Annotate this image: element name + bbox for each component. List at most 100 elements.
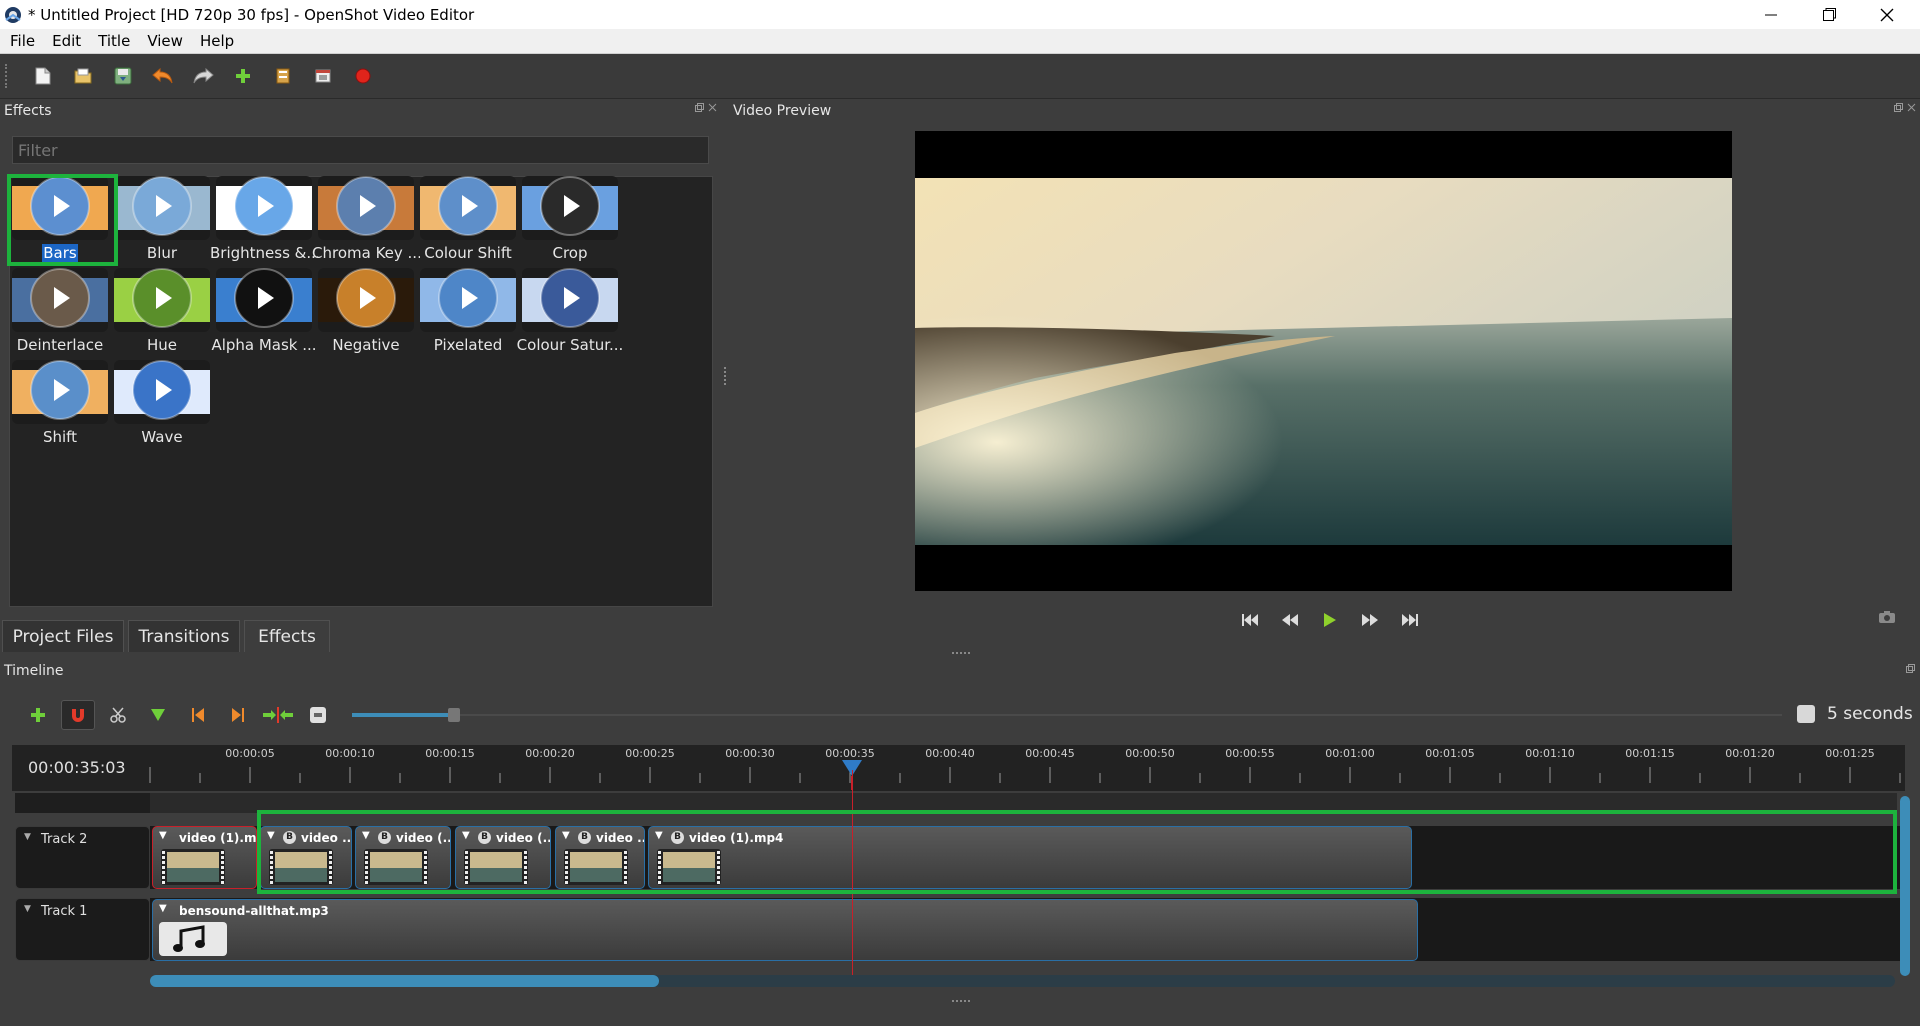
jump-start-icon: [1242, 614, 1258, 626]
effect-item-negative[interactable]: Negative: [316, 268, 416, 358]
magnet-icon: [72, 709, 84, 722]
effect-label: Crop: [552, 244, 588, 262]
jump-end-button[interactable]: [1390, 608, 1430, 632]
effect-thumbnail-icon: [216, 268, 312, 332]
play-button[interactable]: [1310, 608, 1350, 632]
effects-dock-buttons[interactable]: [695, 103, 717, 115]
ruler-tick-label: 00:00:15: [425, 747, 475, 760]
effect-item-alpha-mask[interactable]: Alpha Mask ...: [211, 268, 317, 358]
redo-icon: [193, 67, 214, 84]
ruler-tick-label: 00:01:05: [1425, 747, 1475, 760]
add-marker-button[interactable]: [138, 700, 178, 730]
effect-item-chroma-key[interactable]: Chroma Key ...: [312, 176, 420, 266]
menu-bar: File Edit Title View Help: [0, 29, 1920, 54]
effect-label: Negative: [332, 336, 400, 354]
razor-button[interactable]: [98, 700, 138, 730]
tab-transitions[interactable]: Transitions: [128, 620, 240, 652]
center-playhead-button[interactable]: [258, 700, 298, 730]
timeline-vertical-scroll-thumb[interactable]: [1900, 796, 1910, 976]
dock-splitter[interactable]: [952, 652, 970, 656]
menu-view[interactable]: View: [137, 32, 190, 50]
clip-menu-icon[interactable]: ▼: [159, 903, 167, 914]
jump-start-button[interactable]: [1230, 608, 1270, 632]
ruler-tick-label: 00:00:30: [725, 747, 775, 760]
effect-item-brightness[interactable]: Brightness &...: [210, 176, 318, 266]
minimize-button[interactable]: [1742, 0, 1800, 29]
redo-button[interactable]: [183, 61, 223, 91]
fast-forward-icon: [1362, 614, 1378, 626]
audio-clip[interactable]: ▼ bensound-allthat.mp3: [152, 899, 1418, 961]
clip-menu-icon[interactable]: ▼: [159, 830, 167, 841]
effect-item-crop[interactable]: Crop: [520, 176, 620, 266]
effect-label: Alpha Mask ...: [211, 336, 317, 354]
zoom-slider[interactable]: [352, 707, 1782, 723]
main-toolbar: [0, 54, 1920, 99]
effect-item-deinterlace[interactable]: Deinterlace: [10, 268, 110, 358]
ruler-tick-label: 00:00:20: [525, 747, 575, 760]
new-project-button[interactable]: [23, 61, 63, 91]
open-project-button[interactable]: [63, 61, 103, 91]
previous-marker-icon: [192, 708, 204, 722]
effect-item-colour-satur[interactable]: Colour Satur...: [517, 268, 623, 358]
track-header-2[interactable]: ▼ Track 2: [15, 826, 150, 889]
effect-item-shift[interactable]: Shift: [10, 360, 110, 450]
video-preview-title: Video Preview: [733, 103, 832, 119]
close-button[interactable]: [1858, 0, 1916, 29]
menu-help[interactable]: Help: [190, 32, 241, 50]
effect-label: Brightness &...: [210, 244, 318, 262]
save-project-button[interactable]: [103, 61, 143, 91]
float-dock-icon: [695, 103, 704, 112]
effect-item-wave[interactable]: Wave: [112, 360, 212, 450]
jump-end-icon: [1402, 614, 1418, 626]
tab-effects[interactable]: Effects: [244, 620, 330, 652]
snapping-button[interactable]: [61, 700, 95, 730]
highlight-box-bars: [7, 174, 118, 266]
close-dock-icon: [1907, 103, 1916, 112]
track-name: Track 2: [41, 832, 88, 847]
effect-thumbnail-icon: [114, 268, 210, 332]
timeline-horizontal-scroll-thumb[interactable]: [150, 975, 659, 987]
video-clip[interactable]: ▼ video (1).mp4: [152, 826, 257, 889]
effects-filter-input[interactable]: [12, 136, 709, 164]
export-video-button[interactable]: [343, 61, 383, 91]
playback-controls: [1230, 608, 1430, 632]
effect-item-hue[interactable]: Hue: [112, 268, 212, 358]
tab-project-files[interactable]: Project Files: [2, 620, 124, 652]
track-menu-icon[interactable]: ▼: [24, 904, 31, 914]
save-frame-button[interactable]: [1879, 611, 1895, 627]
timeline-dock-buttons[interactable]: [1906, 664, 1915, 676]
maximize-button[interactable]: [1800, 0, 1858, 29]
zoom-fit-button[interactable]: [298, 700, 338, 730]
bottom-splitter[interactable]: [952, 1000, 970, 1004]
menu-title[interactable]: Title: [88, 32, 137, 50]
preview-dock-buttons[interactable]: [1894, 103, 1916, 115]
effect-item-pixelated[interactable]: Pixelated: [418, 268, 518, 358]
add-track-button[interactable]: [18, 700, 58, 730]
zoom-slider-handle[interactable]: [448, 708, 460, 722]
menu-file[interactable]: File: [0, 32, 42, 50]
undo-icon: [152, 67, 173, 84]
choose-profile-button[interactable]: [263, 61, 303, 91]
previous-marker-button[interactable]: [178, 700, 218, 730]
ruler-tick-label: 00:00:50: [1125, 747, 1175, 760]
fast-forward-button[interactable]: [1350, 608, 1390, 632]
import-files-button[interactable]: [223, 61, 263, 91]
minimize-icon: [1765, 14, 1777, 15]
effect-thumbnail-icon: [216, 176, 312, 240]
effect-thumbnail-icon: [318, 268, 414, 332]
float-dock-icon: [1894, 103, 1903, 112]
effect-item-blur[interactable]: Blur: [112, 176, 212, 266]
effect-thumbnail-icon: [12, 268, 108, 332]
panel-splitter[interactable]: [724, 367, 728, 385]
openshot-logo-icon: [5, 6, 21, 23]
next-marker-button[interactable]: [218, 700, 258, 730]
menu-edit[interactable]: Edit: [42, 32, 88, 50]
undo-button[interactable]: [143, 61, 183, 91]
clip-name: video (1).mp4: [179, 831, 257, 845]
effect-item-colour-shift[interactable]: Colour Shift: [418, 176, 518, 266]
title-bar: * Untitled Project [HD 720p 30 fps] - Op…: [0, 0, 1920, 29]
track-menu-icon[interactable]: ▼: [24, 832, 31, 842]
fullscreen-button[interactable]: [303, 61, 343, 91]
rewind-button[interactable]: [1270, 608, 1310, 632]
track-header-1[interactable]: ▼ Track 1: [15, 898, 150, 961]
